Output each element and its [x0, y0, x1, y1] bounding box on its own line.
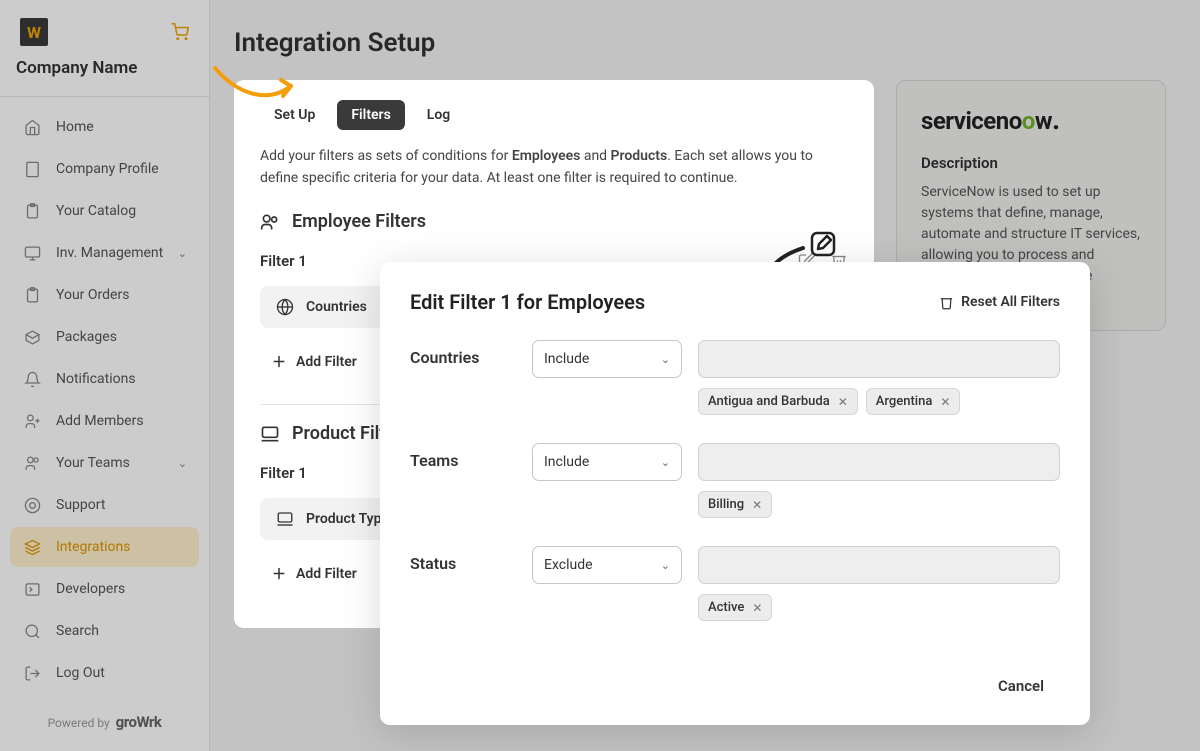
chevron-down-icon: ⌄	[661, 559, 670, 572]
bell-icon	[22, 369, 42, 389]
value-input[interactable]	[698, 340, 1060, 378]
package-icon	[22, 327, 42, 347]
tab-description: Add your filters as sets of conditions f…	[260, 146, 848, 189]
filter-row-teams: Teams Include⌄ Billing✕	[410, 443, 1060, 518]
terminal-icon	[22, 579, 42, 599]
sidebar-item-support[interactable]: Support	[10, 485, 199, 525]
nav-label: Your Catalog	[56, 203, 136, 219]
sidebar-item-developers[interactable]: Developers	[10, 569, 199, 609]
sidebar-item-catalog[interactable]: Your Catalog	[10, 191, 199, 231]
clipboard-icon	[22, 201, 42, 221]
sidebar-item-company[interactable]: Company Profile	[10, 149, 199, 189]
laptop-icon	[260, 424, 280, 444]
layers-icon	[22, 537, 42, 557]
nav-label: Notifications	[56, 371, 136, 387]
powered-by: Powered by groWrk	[0, 713, 209, 731]
employees-section-header: Employee Filters	[260, 211, 848, 232]
mode-select[interactable]: Include⌄	[532, 340, 682, 378]
cancel-button[interactable]: Cancel	[982, 669, 1060, 703]
servicenow-logo: servicenoow.	[921, 103, 1141, 136]
filter-label: Status	[410, 546, 532, 573]
sidebar-item-integrations[interactable]: Integrations	[10, 527, 199, 567]
sidebar-item-orders[interactable]: Your Orders	[10, 275, 199, 315]
chevron-down-icon: ⌄	[178, 457, 187, 470]
nav-label: Developers	[56, 581, 125, 597]
users-plus-icon	[22, 411, 42, 431]
chip-remove[interactable]: ✕	[752, 498, 762, 512]
brand-logo: W	[20, 18, 48, 46]
chevron-down-icon: ⌄	[661, 456, 670, 469]
mode-select[interactable]: Include⌄	[532, 443, 682, 481]
filter-name: Filter 1	[260, 252, 307, 270]
sidebar-item-logout[interactable]: Log Out	[10, 653, 199, 693]
clipboard-icon	[22, 285, 42, 305]
value-input[interactable]	[698, 546, 1060, 584]
tab-log[interactable]: Log	[413, 100, 464, 130]
page-title: Integration Setup	[234, 28, 1176, 58]
edit-filter-modal: Edit Filter 1 for Employees Reset All Fi…	[380, 262, 1090, 725]
nav-label: Search	[56, 623, 99, 639]
info-description-label: Description	[921, 154, 1141, 172]
logout-icon	[22, 663, 42, 683]
tab-setup[interactable]: Set Up	[260, 100, 329, 130]
mode-select[interactable]: Exclude⌄	[532, 546, 682, 584]
chip-remove[interactable]: ✕	[752, 601, 762, 615]
nav-label: Your Teams	[56, 455, 130, 471]
filter-label: Countries	[410, 340, 532, 367]
nav-label: Inv. Management	[56, 245, 163, 261]
monitor-icon	[22, 243, 42, 263]
sidebar-item-search[interactable]: Search	[10, 611, 199, 651]
plus-icon: ＋	[272, 564, 286, 584]
sidebar-item-packages[interactable]: Packages	[10, 317, 199, 357]
home-icon	[22, 117, 42, 137]
nav-label: Your Orders	[56, 287, 129, 303]
sidebar: W Company Name Home Company Profile Your…	[0, 0, 210, 751]
sidebar-item-inventory[interactable]: Inv. Management ⌄	[10, 233, 199, 273]
nav-label: Packages	[56, 329, 117, 345]
chip: Antigua and Barbuda✕	[698, 388, 858, 415]
building-icon	[22, 159, 42, 179]
users-icon	[22, 453, 42, 473]
nav-label: Add Members	[56, 413, 144, 429]
users-icon	[260, 212, 280, 232]
globe-icon	[276, 298, 294, 316]
trash-icon	[939, 295, 954, 310]
laptop-icon	[276, 510, 294, 528]
sidebar-item-notifications[interactable]: Notifications	[10, 359, 199, 399]
value-input[interactable]	[698, 443, 1060, 481]
nav-label: Integrations	[56, 539, 130, 555]
chip: Argentina✕	[866, 388, 961, 415]
chevron-down-icon: ⌄	[178, 247, 187, 260]
lifebuoy-icon	[22, 495, 42, 515]
chevron-down-icon: ⌄	[661, 353, 670, 366]
sidebar-item-home[interactable]: Home	[10, 107, 199, 147]
nav-label: Company Profile	[56, 161, 159, 177]
filter-row-status: Status Exclude⌄ Active✕	[410, 546, 1060, 621]
sidebar-item-add-members[interactable]: Add Members	[10, 401, 199, 441]
tabs: Set Up Filters Log	[260, 100, 848, 130]
search-icon	[22, 621, 42, 641]
plus-icon: ＋	[272, 352, 286, 372]
tab-filters[interactable]: Filters	[337, 100, 404, 130]
chip-remove[interactable]: ✕	[940, 395, 950, 409]
chip: Active✕	[698, 594, 772, 621]
chip: Billing✕	[698, 491, 772, 518]
modal-title: Edit Filter 1 for Employees	[410, 290, 645, 314]
filter-label: Teams	[410, 443, 532, 470]
sidebar-item-teams[interactable]: Your Teams ⌄	[10, 443, 199, 483]
nav-label: Home	[56, 119, 94, 135]
filter-row-countries: Countries Include⌄ Antigua and Barbuda✕ …	[410, 340, 1060, 415]
reset-filters-button[interactable]: Reset All Filters	[939, 294, 1060, 310]
nav-label: Support	[56, 497, 105, 513]
chip-remove[interactable]: ✕	[838, 395, 848, 409]
cart-icon[interactable]	[171, 23, 189, 41]
company-name: Company Name	[10, 58, 199, 78]
nav-label: Log Out	[56, 665, 105, 681]
filter-name: Filter 1	[260, 464, 307, 482]
